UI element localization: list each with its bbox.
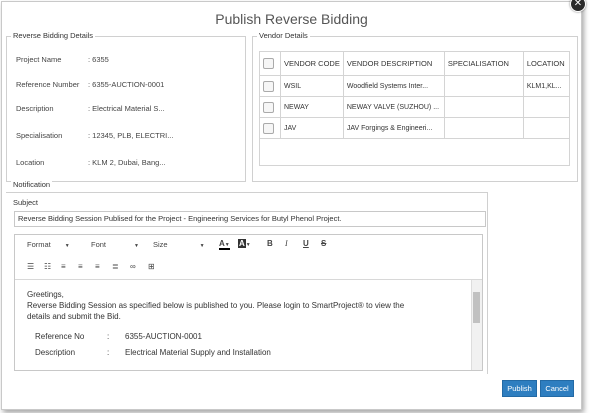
cell-vendor-description: Woodfield Systems Inter... (342, 75, 445, 97)
align-right-icon[interactable]: ≡ (95, 262, 100, 271)
detail-row: Description: Electrical Material Supply a… (35, 348, 271, 357)
publish-dialog: Publish Reverse Bidding ✕ Reverse Biddin… (1, 0, 586, 410)
col-vendor-code[interactable]: VENDOR CODE (280, 51, 344, 76)
col-location[interactable]: LOCATION (522, 51, 571, 76)
table-row[interactable]: JAV JAV Forgings & Engineeri... (259, 117, 571, 139)
detail-value: Electrical Material Supply and Installat… (125, 348, 271, 357)
col-vendor-description[interactable]: VENDOR DESCRIPTION (342, 51, 445, 76)
detail-label: Project Name (16, 55, 62, 64)
vendor-table: VENDOR CODE VENDOR DESCRIPTION SPECIALIS… (259, 51, 571, 166)
chevron-down-icon: ▼ (64, 243, 70, 249)
subject-text: Reverse Bidding Session Publised for the… (18, 214, 342, 223)
scrollbar-thumb[interactable] (473, 292, 480, 323)
bg-color-button[interactable]: A▼ (238, 239, 251, 248)
cell-specialisation (443, 117, 524, 139)
editor-scrollbar[interactable] (471, 280, 482, 370)
select-all-checkbox[interactable] (263, 58, 274, 69)
chevron-down-icon: ▼ (199, 243, 205, 249)
vendor-details-panel: Vendor Details VENDOR CODE VENDOR DESCRI… (252, 31, 578, 182)
justify-icon[interactable]: ≣ (112, 262, 119, 271)
detail-label: Description (16, 104, 54, 113)
row-checkbox[interactable] (263, 122, 274, 134)
subject-input[interactable]: Reverse Bidding Session Publised for the… (14, 211, 486, 227)
select-all-cell (259, 51, 281, 76)
greeting-text: Greetings, (27, 290, 64, 299)
cell-vendor-code: NEWAY (280, 96, 344, 118)
bg-color-icon: A (238, 239, 246, 248)
row-check-cell (259, 75, 281, 97)
detail-row-reference-number: Reference Number : 6355-AUCTION-0001 (16, 80, 164, 89)
chevron-down-icon: ▼ (134, 243, 139, 249)
cell-vendor-code: WSIL (280, 75, 344, 97)
detail-label: Reference Number (16, 80, 80, 89)
format-label: Format (27, 240, 51, 249)
empty-cell (259, 138, 570, 166)
table-row[interactable]: NEWAY NEWAY VALVE (SUZHOU) ... (259, 96, 571, 118)
detail-label: Specialisation (16, 131, 63, 140)
editor-content[interactable]: Greetings, Reverse Bidding Session as sp… (15, 280, 472, 370)
detail-label: Reference No (35, 332, 85, 341)
cell-location (522, 117, 571, 139)
rich-text-editor: Format ▼ Font ▼ Size ▼ A▼ A▼ B I U S ☰ ☷ ≡ … (14, 234, 483, 371)
detail-sep: : (107, 348, 110, 357)
notification-legend: Notification (11, 180, 53, 189)
body-line-2: details and submit the Bid. (27, 312, 121, 321)
format-dropdown[interactable]: Format ▼ (27, 240, 70, 249)
cell-specialisation (443, 96, 524, 118)
insert-link-icon[interactable]: ∞ (130, 262, 136, 271)
row-checkbox[interactable] (263, 101, 274, 113)
row-check-cell (259, 117, 281, 139)
cell-location: KLM1,KL... (522, 75, 571, 97)
size-dropdown[interactable]: Size ▼ (153, 240, 205, 249)
detail-row-specialisation: Specialisation : 12345, PLB, ELECTRI... (16, 131, 173, 140)
detail-row: Reference No: 6355-AUCTION-0001 (35, 332, 202, 341)
font-color-button[interactable]: A▼ (219, 239, 230, 250)
close-icon[interactable]: ✕ (570, 0, 586, 12)
detail-value: : KLM 2, Dubai, Bang... (88, 158, 166, 167)
bidding-details-panel: Reverse Bidding Details Project Name : 63… (6, 31, 246, 182)
detail-value: : Electrical Material S... (88, 104, 165, 113)
size-label: Size (153, 240, 168, 249)
detail-value: : 6355 (88, 55, 109, 64)
detail-label: Description (35, 348, 76, 357)
strikethrough-button[interactable]: S (321, 239, 326, 248)
cell-specialisation (443, 75, 524, 97)
detail-row-project-name: Project Name : 6355 (16, 55, 109, 64)
font-dropdown[interactable]: Font ▼ (91, 240, 139, 249)
table-row[interactable]: WSIL Woodfield Systems Inter... KLM1,KL.… (259, 75, 571, 97)
cell-vendor-code: JAV (280, 117, 344, 139)
cell-location (522, 96, 571, 118)
ordered-list-icon[interactable]: ☰ (27, 262, 34, 271)
detail-row-description: Description : Electrical Material S... (16, 104, 165, 113)
vendor-details-legend: Vendor Details (257, 31, 310, 40)
cell-vendor-description: JAV Forgings & Engineeri... (342, 117, 445, 139)
detail-row-location: Location : KLM 2, Dubai, Bang... (16, 158, 166, 167)
detail-value: : 6355-AUCTION-0001 (88, 80, 165, 89)
detail-value: : 12345, PLB, ELECTRI... (88, 131, 174, 140)
detail-value: 6355-AUCTION-0001 (125, 332, 202, 341)
col-specialisation[interactable]: SPECIALISATION (443, 51, 524, 76)
underline-button[interactable]: U (303, 239, 309, 248)
publish-button[interactable]: Publish (502, 380, 537, 397)
detail-sep: : (107, 332, 110, 341)
editor-toolbar: Format ▼ Font ▼ Size ▼ A▼ A▼ B I U S ☰ ☷ ≡ … (15, 235, 482, 280)
font-label: Font (91, 240, 107, 249)
dialog-title: Publish Reverse Bidding (215, 11, 368, 27)
cancel-button[interactable]: Cancel (540, 380, 574, 397)
table-empty-area (259, 138, 570, 166)
cell-vendor-description: NEWAY VALVE (SUZHOU) ... (342, 96, 445, 118)
detail-label: Location (16, 158, 45, 167)
unordered-list-icon[interactable]: ☷ (44, 262, 51, 271)
italic-button[interactable]: I (285, 239, 288, 248)
body-line-1: Reverse Bidding Session as specified bel… (27, 301, 405, 310)
insert-table-icon[interactable]: ⊞ (148, 262, 155, 271)
subject-label: Subject (11, 198, 41, 207)
align-left-icon[interactable]: ≡ (61, 262, 66, 271)
vendor-table-header: VENDOR CODE VENDOR DESCRIPTION SPECIALIS… (259, 51, 571, 76)
bidding-details-legend: Reverse Bidding Details (11, 31, 96, 40)
row-checkbox[interactable] (263, 80, 274, 92)
align-center-icon[interactable]: ≡ (78, 262, 83, 271)
bold-button[interactable]: B (267, 239, 273, 248)
row-check-cell (259, 96, 281, 118)
